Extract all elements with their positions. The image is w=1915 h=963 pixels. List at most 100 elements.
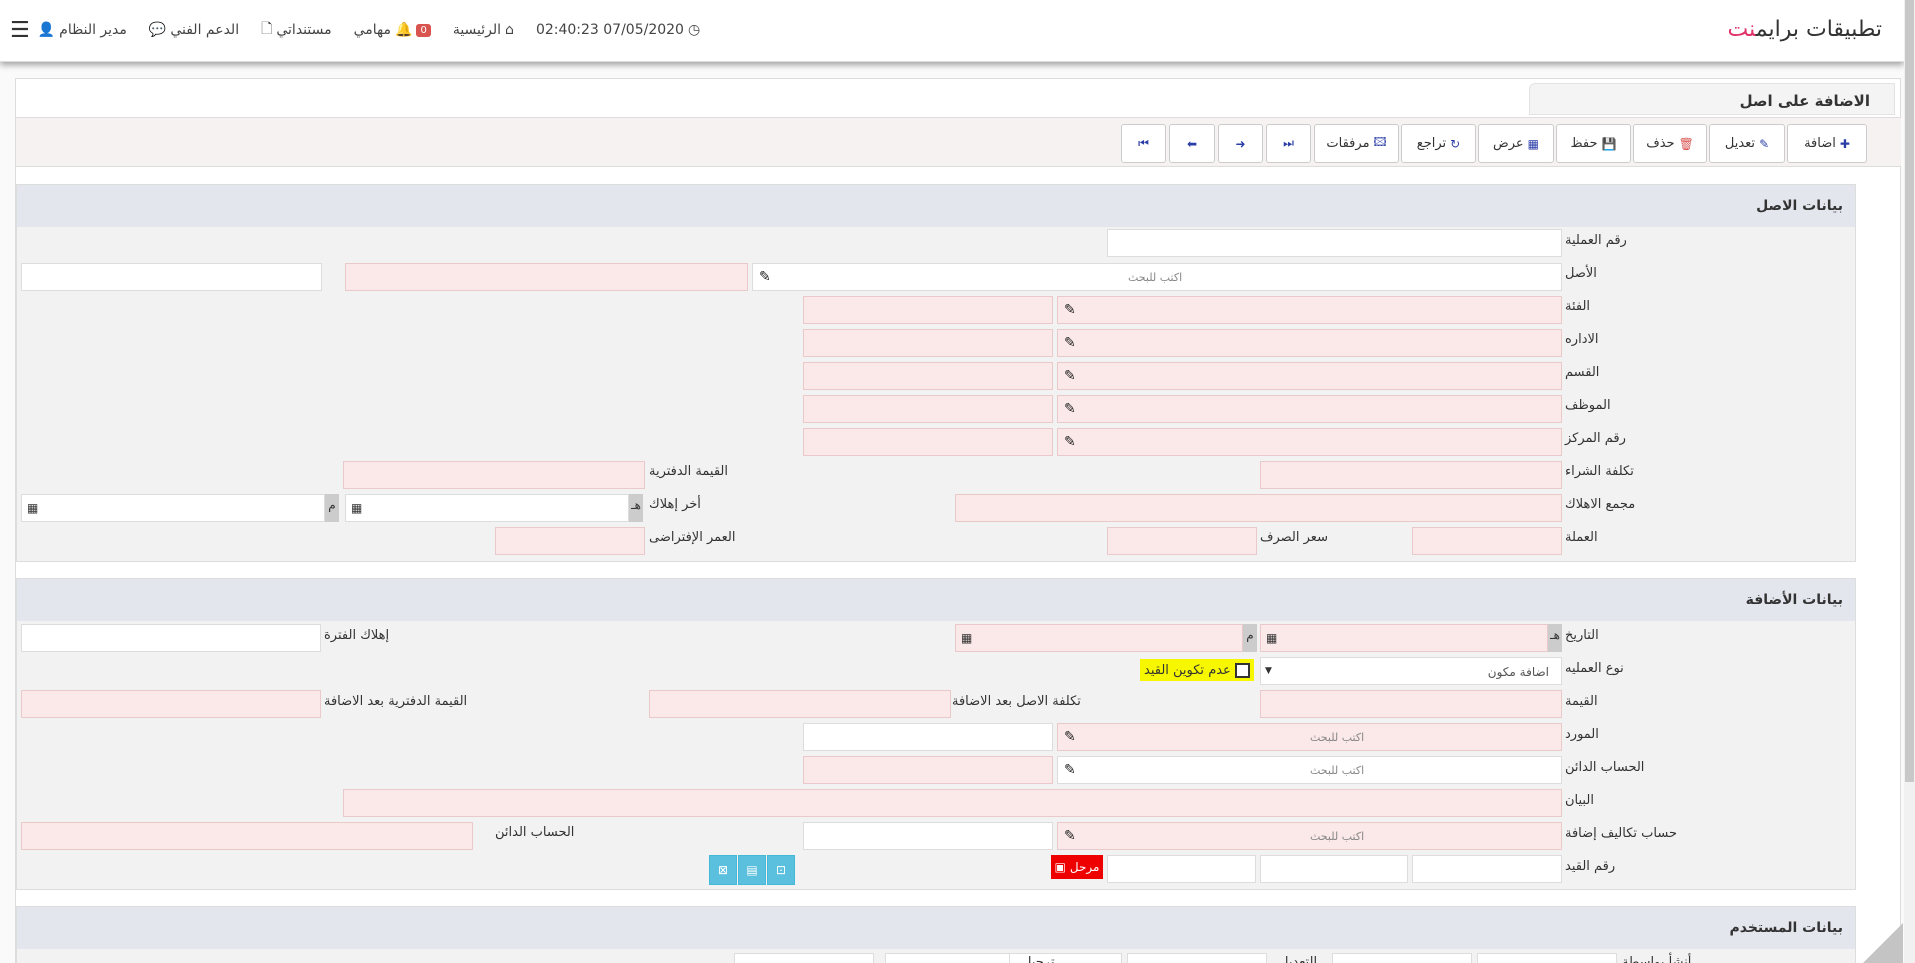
export-excel-button[interactable]: ⊠ bbox=[709, 855, 737, 885]
accum-dep-input[interactable] bbox=[955, 494, 1562, 522]
no-entry-checkbox[interactable]: عدم تكوين القيد bbox=[1140, 659, 1254, 681]
entry-field-3[interactable] bbox=[1107, 855, 1256, 883]
attachments-button[interactable]: 🖾 مرفقات bbox=[1314, 124, 1399, 163]
category-search-input[interactable] bbox=[1057, 296, 1562, 324]
supplier-search-input[interactable]: اكتب للبحث bbox=[1057, 723, 1562, 751]
posted-by-input[interactable] bbox=[885, 953, 1010, 963]
date-greg-input[interactable] bbox=[955, 624, 1243, 652]
value-input[interactable] bbox=[1260, 690, 1562, 718]
credit-account-placeholder: اكتب للبحث bbox=[1310, 764, 1365, 777]
menu-icon[interactable]: ☰ bbox=[10, 18, 30, 43]
scroll-top-corner[interactable] bbox=[1863, 923, 1903, 963]
user-menu[interactable]: 👤 مدير النظام bbox=[38, 22, 127, 38]
extra-cost-search-input[interactable]: اكتب للبحث bbox=[1057, 822, 1562, 850]
department-search-input[interactable] bbox=[1057, 329, 1562, 357]
supplier-edit-icon[interactable]: ✎ bbox=[1064, 729, 1076, 745]
support-link[interactable]: 💬 الدعم الفني bbox=[149, 22, 239, 38]
asset-section: بيانات الاصل رقم العملية الأصل اكتب للبح… bbox=[16, 184, 1856, 562]
asset-section-title: بيانات الاصل bbox=[17, 185, 1855, 227]
asset-search-input[interactable]: اكتب للبحث bbox=[752, 263, 1562, 291]
scrollbar-thumb[interactable] bbox=[1905, 0, 1914, 782]
docs-link[interactable]: 🗋 مستنداتي bbox=[261, 18, 332, 42]
entry-no-input[interactable] bbox=[1412, 855, 1562, 883]
op-type-select[interactable]: اضافة مكون bbox=[1260, 657, 1562, 685]
created-by-input[interactable] bbox=[1477, 953, 1617, 963]
credit-account-edit-icon[interactable]: ✎ bbox=[1064, 762, 1076, 778]
first-icon: ⏮ bbox=[1138, 136, 1149, 150]
brand-logo[interactable]: تطبيقات برايمنت bbox=[1728, 17, 1882, 42]
section-search-input[interactable] bbox=[1057, 362, 1562, 390]
currency-input[interactable] bbox=[1412, 527, 1562, 555]
category-edit-icon[interactable]: ✎ bbox=[1064, 302, 1076, 318]
statement-input[interactable] bbox=[343, 789, 1562, 817]
asset-name-input[interactable] bbox=[345, 263, 748, 291]
center-edit-icon[interactable]: ✎ bbox=[1064, 434, 1076, 450]
view-button[interactable]: ▦ عرض bbox=[1478, 124, 1554, 163]
employee-label: الموظف bbox=[1565, 398, 1611, 413]
posted-label: مرحل bbox=[1069, 860, 1100, 874]
save-button[interactable]: 💾 حفظ bbox=[1556, 124, 1631, 163]
cost-after-input[interactable] bbox=[649, 690, 951, 718]
last-dep-greg-input[interactable] bbox=[21, 494, 325, 522]
purchase-cost-input[interactable] bbox=[1260, 461, 1562, 489]
calendar-icon[interactable]: ▦ bbox=[27, 501, 38, 515]
supplier-name-input[interactable] bbox=[803, 723, 1053, 751]
trash-icon: 🗑 bbox=[1678, 136, 1694, 151]
plus-icon: ✚ bbox=[1839, 136, 1850, 151]
op-number-input[interactable] bbox=[1107, 229, 1562, 257]
scrollbar[interactable] bbox=[1904, 0, 1915, 963]
department-name-input[interactable] bbox=[803, 329, 1053, 357]
toolbar: ✚ اضافة ✎ تعديل 🗑 حذف 💾 حفظ ▦ عرض ↻ تراجع 🖾 مرف… bbox=[16, 117, 1901, 167]
calendar-icon[interactable]: ▦ bbox=[1266, 631, 1277, 645]
last-record-button[interactable]: ⏭ bbox=[1266, 124, 1311, 163]
department-edit-icon[interactable]: ✎ bbox=[1064, 335, 1076, 351]
add-button[interactable]: ✚ اضافة bbox=[1787, 124, 1867, 163]
credit-account-name-input[interactable] bbox=[803, 756, 1053, 784]
edit-button[interactable]: ✎ تعديل bbox=[1709, 124, 1785, 163]
created-date-input[interactable] bbox=[1332, 953, 1472, 963]
asset-edit-icon[interactable]: ✎ bbox=[759, 269, 771, 285]
checkbox-box[interactable] bbox=[1234, 662, 1250, 678]
date-hijri-input[interactable] bbox=[1260, 624, 1548, 652]
book-value-input[interactable] bbox=[343, 461, 645, 489]
arrow-left-icon: ⬅ bbox=[1186, 136, 1198, 151]
exchange-rate-input[interactable] bbox=[1107, 527, 1257, 555]
asset-code-input[interactable] bbox=[21, 263, 322, 291]
book-after-label: القيمة الدفترية بعد الاضافة bbox=[324, 694, 468, 709]
entry-field-2[interactable] bbox=[1260, 855, 1408, 883]
posted-badge[interactable]: مرحل ▣ bbox=[1051, 855, 1103, 879]
delete-button[interactable]: 🗑 حذف bbox=[1633, 124, 1707, 163]
posted-date-input[interactable] bbox=[734, 953, 874, 963]
section-edit-icon[interactable]: ✎ bbox=[1064, 368, 1076, 384]
calendar-icon[interactable]: ▦ bbox=[961, 631, 972, 645]
last-dep-hijri-input[interactable] bbox=[345, 494, 629, 522]
delete-label: حذف bbox=[1646, 136, 1675, 151]
employee-search-input[interactable] bbox=[1057, 395, 1562, 423]
center-search-input[interactable] bbox=[1057, 428, 1562, 456]
employee-edit-icon[interactable]: ✎ bbox=[1064, 401, 1076, 417]
category-name-input[interactable] bbox=[803, 296, 1053, 324]
export-word-button[interactable]: ▤ bbox=[738, 855, 766, 885]
calendar-icon[interactable]: ▦ bbox=[351, 501, 362, 515]
center-name-input[interactable] bbox=[803, 428, 1053, 456]
greg-addon: م bbox=[325, 494, 339, 522]
section-label: القسم bbox=[1565, 365, 1600, 380]
prev-record-button[interactable]: ⬅ bbox=[1169, 124, 1215, 163]
undo-button[interactable]: ↻ تراجع bbox=[1401, 124, 1476, 163]
home-link[interactable]: الرئيسية ⌂ bbox=[453, 22, 514, 38]
tasks-link[interactable]: مهامي 🔔 0 bbox=[354, 22, 431, 38]
modified-by-input[interactable] bbox=[1127, 953, 1267, 963]
datetime: 02:40:23 07/05/2020 ◷ bbox=[536, 22, 700, 38]
book-after-input[interactable] bbox=[21, 690, 321, 718]
credit-account2-input[interactable] bbox=[21, 822, 473, 850]
employee-name-input[interactable] bbox=[803, 395, 1053, 423]
extra-cost-name-input[interactable] bbox=[803, 822, 1053, 850]
default-life-input[interactable] bbox=[495, 527, 645, 555]
section-name-input[interactable] bbox=[803, 362, 1053, 390]
extra-cost-edit-icon[interactable]: ✎ bbox=[1064, 828, 1076, 844]
first-record-button[interactable]: ⏮ bbox=[1121, 124, 1166, 163]
credit-account-search-input[interactable]: اكتب للبحث bbox=[1057, 756, 1562, 784]
period-dep-input[interactable] bbox=[21, 624, 321, 652]
export-pdf-button[interactable]: ⊡ bbox=[767, 855, 795, 885]
next-record-button[interactable]: ➜ bbox=[1218, 124, 1263, 163]
